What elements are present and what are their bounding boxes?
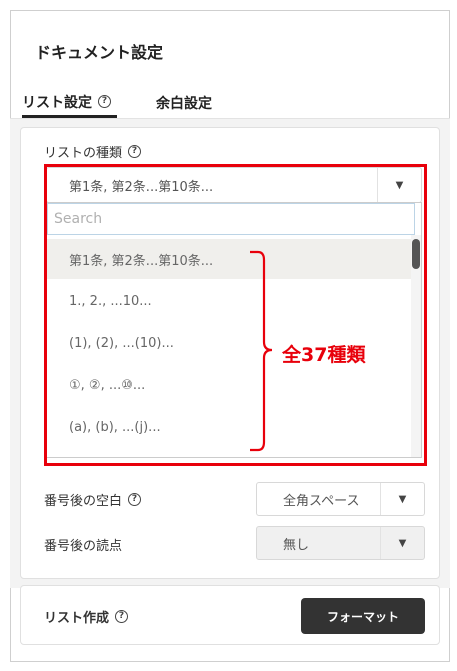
list-type-label: リストの種類 ? (44, 142, 142, 161)
tab-list-settings[interactable]: リスト設定 ? (22, 88, 117, 118)
chevron-down-icon[interactable]: ▼ (380, 483, 424, 515)
help-icon[interactable]: ? (115, 610, 129, 623)
list-create-label: リスト作成 ? (44, 607, 129, 626)
chevron-down-icon[interactable]: ▼ (377, 168, 421, 202)
help-icon[interactable]: ? (98, 95, 111, 108)
list-option[interactable]: ①, ②, ...⑩... (47, 365, 413, 405)
after-number-space-label: 番号後の空白 ? (44, 490, 142, 509)
search-input[interactable] (47, 203, 415, 235)
tab-label: リスト設定 (22, 94, 92, 111)
tab-bar: リスト設定 ? 余白設定 (20, 88, 440, 120)
after-number-punct-label: 番号後の読点 (44, 535, 122, 554)
help-icon[interactable]: ? (128, 145, 142, 158)
annotation-brace-icon (250, 250, 273, 452)
after-number-punct-label-text: 番号後の読点 (44, 539, 123, 554)
list-type-selected-value: 第1条, 第2条...第10条... (69, 179, 214, 195)
tab-label: 余白設定 (156, 96, 212, 112)
list-type-dropdown: 第1条, 第2条...第10条... 1., 2., ...10... (1),… (46, 202, 422, 458)
list-option[interactable]: (a), (b), ...(j)... (47, 407, 413, 447)
list-type-label-text: リストの種類 (44, 146, 123, 161)
list-option[interactable]: 1., 2., ...10... (47, 281, 413, 321)
chevron-down-icon[interactable]: ▼ (380, 527, 424, 559)
after-number-punct-select[interactable]: 無し ▼ (256, 526, 425, 560)
format-button[interactable]: フォーマット (301, 598, 425, 634)
list-type-select[interactable]: 第1条, 第2条...第10条... ▼ (46, 167, 422, 203)
after-number-space-value: 全角スペース (283, 493, 360, 509)
list-option[interactable]: 第1条, 第2条...第10条... (47, 239, 413, 279)
after-number-space-select[interactable]: 全角スペース ▼ (256, 482, 425, 516)
list-create-label-text: リスト作成 (44, 611, 110, 626)
tab-margin-settings[interactable]: 余白設定 (156, 88, 212, 118)
after-number-space-label-text: 番号後の空白 (44, 494, 123, 509)
panel-title: ドキュメント設定 (35, 43, 164, 62)
after-number-punct-value: 無し (283, 537, 310, 553)
help-icon[interactable]: ? (128, 493, 142, 506)
annotation-count-label: 全37種類 (282, 344, 366, 366)
dropdown-scrollbar[interactable] (411, 235, 421, 457)
scrollbar-thumb[interactable] (412, 239, 420, 269)
